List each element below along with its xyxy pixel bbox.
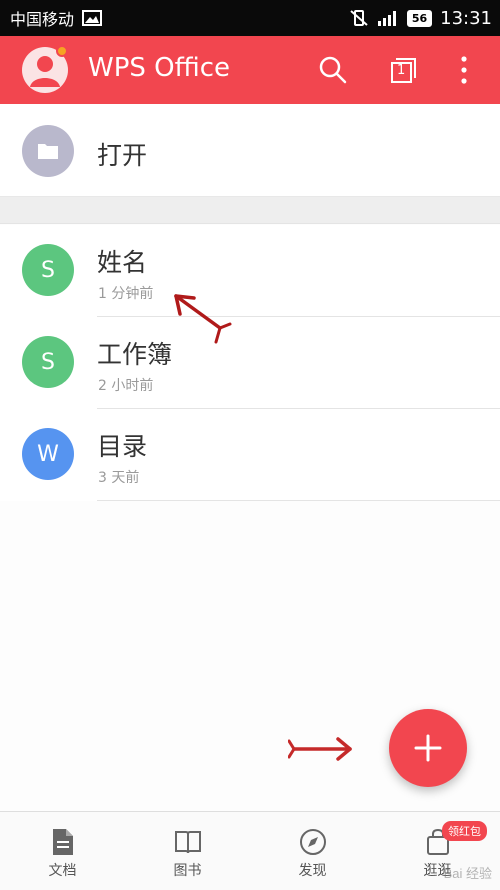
file-type-letter: W (37, 441, 59, 467)
file-list-item[interactable]: S 工作簿 2 小时前 (0, 317, 500, 409)
vibrate-off-icon (349, 9, 369, 27)
bottom-navigation: 文档 图书 发现 逛逛 领红包 (0, 811, 500, 890)
file-list-item[interactable]: W 目录 3 天前 (0, 409, 500, 501)
nav-label: 文档 (48, 863, 77, 879)
status-bar: 中国移动 56 13:31 (0, 0, 500, 36)
nav-label: 图书 (173, 863, 202, 879)
search-icon (319, 56, 347, 84)
file-name: 工作簿 (97, 340, 173, 369)
file-time: 1 分钟前 (98, 286, 154, 302)
file-name: 姓名 (97, 248, 148, 277)
folder-icon-circle (22, 125, 74, 177)
open-file-row[interactable]: 打开 (0, 104, 500, 197)
nav-label: 发现 (298, 863, 327, 879)
book-icon (174, 831, 201, 854)
tab-count: 1 (397, 63, 406, 78)
compass-icon (299, 829, 326, 855)
folder-icon (38, 144, 58, 159)
plus-icon (414, 734, 442, 762)
file-time: 3 天前 (98, 470, 140, 486)
battery-indicator: 56 (406, 9, 433, 27)
nav-item-documents[interactable]: 文档 (0, 812, 125, 890)
carrier-name: 中国移动 (10, 10, 75, 29)
app-title: WPS Office (88, 53, 231, 83)
red-packet-badge: 领红包 (442, 821, 487, 841)
document-icon: W (22, 428, 74, 480)
signal-icon (377, 10, 399, 26)
more-options-button[interactable] (444, 50, 484, 90)
spreadsheet-icon: S (22, 244, 74, 296)
annotation-arrow-icon (174, 294, 232, 344)
section-separator (0, 197, 500, 224)
more-vert-icon (461, 56, 467, 84)
status-clock: 13:31 (440, 7, 492, 29)
divider (97, 500, 500, 501)
nav-item-discover[interactable]: 发现 (250, 812, 375, 890)
image-notification-icon (82, 10, 103, 26)
watermark: Bai 经验 (443, 866, 492, 881)
open-label: 打开 (97, 141, 148, 170)
spreadsheet-icon: S (22, 336, 74, 388)
app-bar: WPS Office 1 (0, 36, 500, 104)
file-list-item[interactable]: S 姓名 1 分钟前 (0, 225, 500, 317)
notification-dot (56, 45, 68, 57)
file-type-letter: S (41, 257, 55, 283)
tabs-button[interactable]: 1 (384, 50, 424, 90)
document-icon (52, 829, 73, 855)
search-button[interactable] (313, 50, 353, 90)
new-document-button[interactable] (389, 709, 467, 787)
nav-item-books[interactable]: 图书 (125, 812, 250, 890)
file-name: 目录 (97, 432, 148, 461)
annotation-arrow-icon (288, 737, 352, 761)
file-type-letter: S (41, 349, 55, 375)
file-time: 2 小时前 (98, 378, 154, 394)
